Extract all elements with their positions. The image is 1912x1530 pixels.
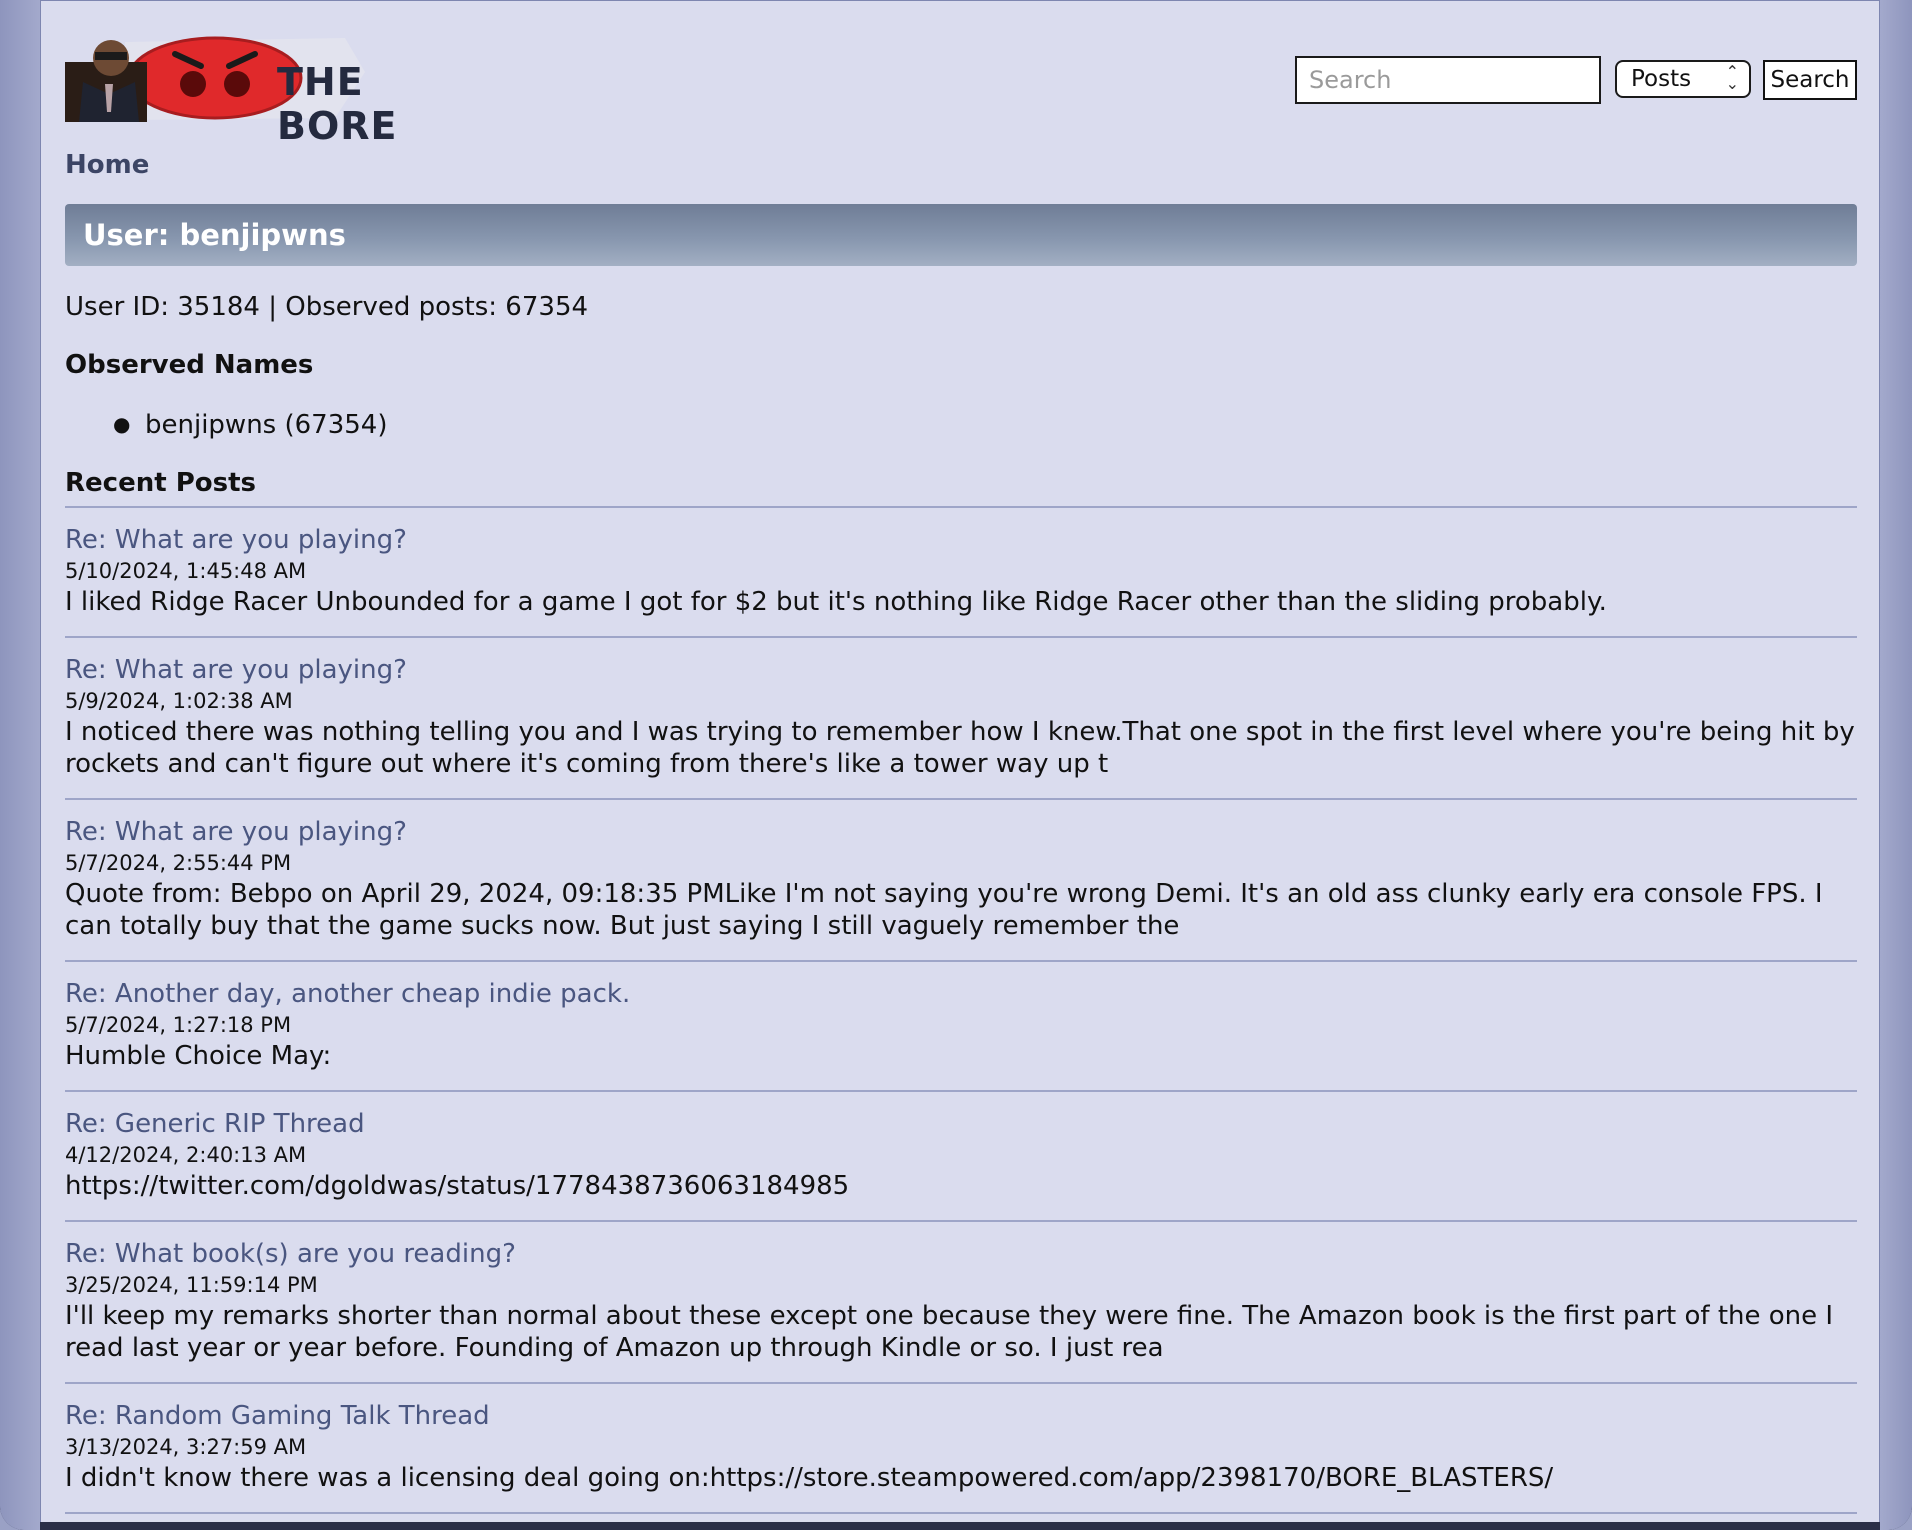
logo-text: THE BORE [277,60,398,148]
post-date: 3/13/2024, 3:27:59 AM [65,1435,307,1459]
observed-name-item: benjipwns (67354) [145,410,388,440]
post-item: Re: What are you playing? 5/9/2024, 1:02… [65,638,1857,800]
header: THE BORE Posts ⌃⌄ Search [65,32,1857,148]
post-list: Re: What are you playing? 5/10/2024, 1:4… [65,508,1857,1514]
search-input[interactable] [1295,56,1601,104]
post-excerpt: Humble Choice May: [65,1041,332,1071]
post-date: 4/12/2024, 2:40:13 AM [65,1143,307,1167]
search-button[interactable]: Search [1763,60,1857,100]
post-date: 5/7/2024, 2:55:44 PM [65,851,292,875]
bullet-icon: ● [113,412,131,436]
post-item: Re: What are you playing? 5/7/2024, 2:55… [65,800,1857,962]
top-border [41,0,1879,1]
post-title-link[interactable]: Re: What book(s) are you reading? [65,1238,1857,1270]
page-title: User: benjipwns [83,218,346,252]
post-item: Re: Another day, another cheap indie pac… [65,962,1857,1092]
post-date: 5/9/2024, 1:02:38 AM [65,689,293,713]
post-title-link[interactable]: Re: What are you playing? [65,524,1857,556]
user-title-bar: User: benjipwns [65,204,1857,266]
post-title-link[interactable]: Re: What are you playing? [65,816,1857,848]
post-excerpt: I liked Ridge Racer Unbounded for a game… [65,587,1607,617]
post-item: Re: What are you playing? 5/10/2024, 1:4… [65,508,1857,638]
post-excerpt: I didn't know there was a licensing deal… [65,1463,1554,1493]
page: THE BORE Posts ⌃⌄ Search Home User: benj… [40,0,1880,1522]
post-title-link[interactable]: Re: Another day, another cheap indie pac… [65,978,1857,1010]
post-date: 5/10/2024, 1:45:48 AM [65,559,307,583]
post-item: Re: Random Gaming Talk Thread 3/13/2024,… [65,1384,1857,1514]
home-link[interactable]: Home [65,150,149,180]
post-title-link[interactable]: Re: What are you playing? [65,654,1857,686]
post-title-link[interactable]: Re: Generic RIP Thread [65,1108,1857,1140]
user-meta: User ID: 35184 | Observed posts: 67354 [65,292,589,322]
search-scope-select[interactable]: Posts ⌃ ⌄ [1615,60,1751,98]
window-left-edge [0,0,40,1530]
post-title-link[interactable]: Re: Random Gaming Talk Thread [65,1400,1857,1432]
site-logo[interactable]: THE BORE [65,32,485,148]
post-excerpt: I'll keep my remarks shorter than normal… [65,1301,1834,1363]
updown-chevron-icon: ⌃ ⌄ [1725,62,1739,93]
post-excerpt: https://twitter.com/dgoldwas/status/1778… [65,1171,850,1201]
window-frame: THE BORE Posts ⌃⌄ Search Home User: benj… [0,0,1912,1530]
post-item: Re: Generic RIP Thread 4/12/2024, 2:40:1… [65,1092,1857,1222]
search-scope-value: Posts [1631,66,1692,92]
post-item: Re: What book(s) are you reading? 3/25/2… [65,1222,1857,1384]
post-date: 3/25/2024, 11:59:14 PM [65,1273,318,1297]
post-excerpt: Quote from: Bebpo on April 29, 2024, 09:… [65,879,1823,941]
window-right-edge [1880,0,1912,1530]
post-excerpt: I noticed there was nothing telling you … [65,717,1855,779]
post-date: 5/7/2024, 1:27:18 PM [65,1013,292,1037]
recent-posts-heading: Recent Posts [65,468,256,498]
observed-names-heading: Observed Names [65,350,314,380]
